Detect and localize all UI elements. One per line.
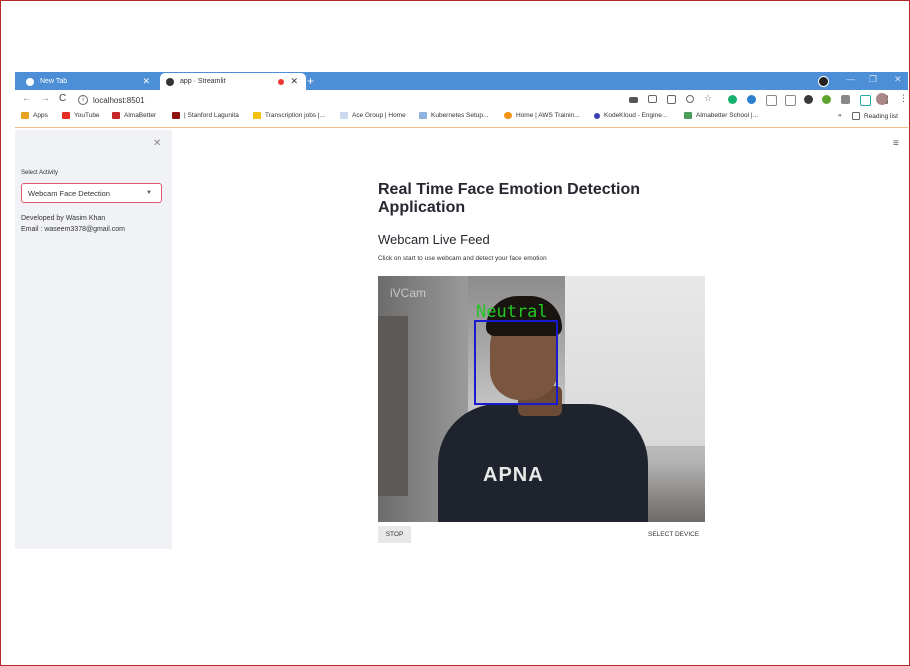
maximize-button[interactable]: ❐ <box>869 74 877 85</box>
hamburger-menu-icon[interactable]: ≡ <box>893 138 899 149</box>
command-icon[interactable] <box>667 95 676 104</box>
screenshot-icon[interactable] <box>785 95 796 106</box>
chrome-icon <box>26 77 34 86</box>
address-bar[interactable]: i localhost:8501 <box>78 93 623 107</box>
bookmark-item[interactable]: Kubernetes Setup... <box>419 112 488 119</box>
menu-kebab-icon[interactable]: ⋮ <box>899 93 908 104</box>
shirt-print: APNA <box>483 464 544 486</box>
activity-select[interactable]: Webcam Face Detection ▼ <box>21 183 162 203</box>
cast-icon[interactable] <box>648 95 657 103</box>
stop-button[interactable]: STOP <box>378 526 411 543</box>
transcription-icon <box>253 112 261 119</box>
webcam-video-feed: APNA iVCam Neutral <box>378 276 705 522</box>
kodekloud-icon <box>594 112 600 119</box>
bookmark-item[interactable]: Ace Group | Home <box>340 112 406 119</box>
extension-icon[interactable] <box>822 95 831 104</box>
extension-icon[interactable] <box>841 95 850 104</box>
face-bounding-box <box>474 320 558 405</box>
extension-icon[interactable] <box>804 95 813 104</box>
close-icon[interactable]: ✕ <box>290 76 298 87</box>
shield-icon[interactable] <box>766 95 777 106</box>
reload-icon[interactable]: C <box>59 93 66 104</box>
aws-icon <box>504 112 512 119</box>
extension-icon[interactable] <box>860 95 871 106</box>
person-shirt <box>438 404 648 522</box>
camera-icon[interactable] <box>629 97 638 103</box>
stanford-icon <box>172 112 180 119</box>
url-text: localhost:8501 <box>93 95 145 105</box>
bookmark-item[interactable]: AlmaBetter <box>112 112 156 119</box>
reading-list-button[interactable]: Reading list <box>852 112 898 120</box>
avatar[interactable] <box>876 93 888 105</box>
kubernetes-icon <box>419 112 427 119</box>
close-icon[interactable]: ✕ <box>142 76 150 87</box>
minimize-button[interactable]: — <box>846 74 855 84</box>
tab-new-tab[interactable]: New Tab ✕ <box>18 73 158 90</box>
select-device-button[interactable]: SELECT DEVICE <box>648 531 699 538</box>
new-tab-button[interactable]: + <box>307 74 314 88</box>
zoom-icon[interactable] <box>686 95 694 103</box>
section-subheader: Webcam Live Feed <box>378 232 490 247</box>
developer-email: Email : waseem3378@gmail.com <box>21 226 125 233</box>
bookmark-item[interactable]: | Stanford Lagunita <box>172 112 239 119</box>
bookmark-apps[interactable]: Apps <box>21 112 48 119</box>
video-background <box>378 316 408 496</box>
tab-streamlit-app[interactable]: app · Streamlit ✕ <box>160 73 306 90</box>
almabetter-icon <box>112 112 120 119</box>
bookmarks-overflow-button[interactable]: » <box>838 112 842 119</box>
bookmark-star-icon[interactable]: ☆ <box>704 93 712 104</box>
emotion-label: Neutral <box>476 302 548 322</box>
back-icon[interactable]: ← <box>22 93 32 104</box>
tab-label: New Tab <box>40 78 68 85</box>
bookmark-item[interactable]: Almabetter School |... <box>684 112 758 119</box>
bookmark-item[interactable]: Home | AWS Trainin... <box>504 112 580 119</box>
extension-icon[interactable] <box>747 95 756 104</box>
bookmark-item[interactable]: YouTube <box>62 112 100 119</box>
bookmark-item[interactable]: KodeKloud - Engine... <box>594 112 667 119</box>
close-window-button[interactable]: ✕ <box>894 74 902 85</box>
page-title: Real Time Face Emotion Detection Applica… <box>378 181 640 216</box>
select-activity-label: Select Activity <box>21 170 59 176</box>
recording-icon <box>278 78 284 85</box>
youtube-icon <box>62 112 70 119</box>
apps-grid-icon <box>21 112 29 119</box>
reading-list-icon <box>852 112 860 120</box>
page-icon <box>340 112 348 119</box>
profile-icon[interactable] <box>818 76 829 87</box>
close-sidebar-icon[interactable]: ✕ <box>153 138 161 149</box>
forward-icon[interactable]: → <box>40 93 50 104</box>
chevron-down-icon: ▼ <box>146 190 152 196</box>
bookmark-item[interactable]: Transcription jobs |... <box>253 112 325 119</box>
site-info-icon[interactable]: i <box>78 95 88 105</box>
grammarly-icon[interactable] <box>728 95 737 104</box>
activity-select-value: Webcam Face Detection <box>28 188 110 198</box>
instruction-caption: Click on start to use webcam and detect … <box>378 255 547 262</box>
tab-label: app · Streamlit <box>180 78 226 85</box>
developer-credit: Developed by Wasim Khan <box>21 215 106 222</box>
ivcam-watermark: iVCam <box>390 286 427 300</box>
slack-icon <box>684 112 692 119</box>
streamlit-icon <box>166 77 174 86</box>
